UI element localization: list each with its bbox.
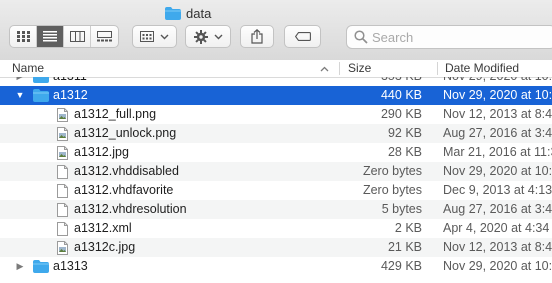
file-row[interactable]: a1312.vhdfavorite Zero bytes Dec 9, 2013 a… [0, 181, 552, 200]
row-name: a1313 [53, 259, 88, 273]
row-name: a1312.vhddisabled [74, 164, 179, 178]
row-size: 5 bytes [381, 202, 422, 216]
finder-window: data Search Name Size Date Modified ▼ a1… [0, 0, 552, 283]
row-size: 429 KB [380, 259, 422, 273]
action-button[interactable] [185, 25, 231, 48]
row-icon [33, 77, 49, 86]
row-date: Apr 4, 2020 at 4:34 [443, 221, 550, 235]
row-date: Nov 12, 2013 at 8:4 [443, 240, 552, 254]
icon-view-icon [16, 31, 30, 42]
folder-row[interactable]: ▼ a1312 440 KB Nov 29, 2020 at 10: [0, 86, 552, 105]
image-file-icon [57, 146, 68, 160]
file-row[interactable]: a1312.xml 2 KB Apr 4, 2020 at 4:34 [0, 219, 552, 238]
disclosure-collapsed-icon[interactable]: ▶ [15, 77, 25, 86]
sort-ascending-icon[interactable] [320, 66, 329, 72]
file-row[interactable]: a1312_unlock.png 92 KB Aug 27, 2016 at 3:4 [0, 124, 552, 143]
chevron-down-icon [214, 34, 222, 39]
row-name: a1312.jpg [74, 145, 129, 159]
gallery-view-button[interactable] [91, 26, 118, 47]
document-file-icon [57, 165, 68, 179]
folder-icon [33, 77, 49, 83]
document-file-icon [57, 203, 68, 217]
column-view-button[interactable] [64, 26, 91, 47]
image-file-icon [57, 241, 68, 255]
row-size: 290 KB [380, 107, 422, 121]
window-title-text: data [186, 5, 212, 21]
row-date: Aug 27, 2016 at 3:4 [443, 202, 552, 216]
file-row[interactable]: a1312.jpg 28 KB Mar 21, 2016 at 11:3 [0, 143, 552, 162]
folder-icon [165, 6, 181, 20]
row-size: 440 KB [380, 88, 422, 102]
row-name: a1312.xml [74, 221, 132, 235]
column-header-size[interactable]: Size [348, 61, 371, 76]
file-row[interactable]: a1312.vhddisabled Zero bytes Nov 29, 2020 … [0, 162, 552, 181]
icon-view-button[interactable] [10, 26, 37, 47]
row-size: Zero bytes [362, 183, 422, 197]
folder-row[interactable]: ▶ a1313 429 KB Nov 29, 2020 at 10: [0, 257, 552, 276]
row-name: a1312.vhdfavorite [74, 183, 174, 197]
toolbar: data Search [0, 0, 552, 61]
share-icon [251, 29, 263, 44]
gallery-view-icon [97, 31, 112, 42]
row-name: a1312.vhdresolution [74, 202, 187, 216]
list-view-icon [43, 31, 57, 42]
row-date: Nov 29, 2020 at 10: [443, 259, 552, 273]
tag-button[interactable] [284, 25, 321, 48]
row-name: a1312 [53, 88, 88, 102]
folder-icon [33, 260, 49, 273]
row-size: 28 KB [387, 145, 422, 159]
search-field[interactable]: Search [346, 25, 552, 49]
column-header-name[interactable]: Name [12, 61, 44, 76]
disclosure-expanded-icon[interactable]: ▼ [15, 86, 25, 105]
row-date: Mar 21, 2016 at 11:3 [443, 145, 552, 159]
row-date: Nov 29, 2020 at 10: [443, 77, 552, 86]
image-file-icon [57, 108, 68, 122]
view-mode-segmented[interactable] [9, 25, 119, 48]
row-size: 353 KB [381, 77, 422, 86]
tag-icon [294, 32, 311, 41]
row-date: Dec 9, 2013 at 4:13 [443, 183, 552, 197]
document-file-icon [57, 222, 68, 236]
image-file-icon [57, 127, 68, 141]
folder-row[interactable]: ▶ a1311 353 KB Nov 29, 2020 at 10: [0, 77, 552, 86]
folder-icon [33, 89, 49, 102]
group-by-button[interactable] [132, 25, 177, 48]
column-divider[interactable] [339, 62, 340, 75]
row-date: Nov 29, 2020 at 10: [443, 88, 552, 102]
search-placeholder: Search [372, 29, 414, 45]
column-divider[interactable] [437, 62, 438, 75]
row-name: a1312c.jpg [74, 240, 136, 254]
share-button[interactable] [240, 25, 274, 48]
row-name: a1311 [53, 77, 87, 86]
chevron-down-icon [160, 34, 169, 39]
group-by-icon [140, 31, 154, 42]
row-name: a1312_full.png [74, 107, 157, 121]
disclosure-collapsed-icon[interactable]: ▶ [15, 257, 25, 276]
file-row[interactable]: a1312_full.png 290 KB Nov 12, 2013 at 8:4 [0, 105, 552, 124]
column-header-date[interactable]: Date Modified [445, 61, 519, 76]
gear-icon [193, 29, 208, 44]
row-date: Nov 29, 2020 at 10: [443, 164, 552, 178]
row-name: a1312_unlock.png [74, 126, 177, 140]
window-title: data [165, 4, 211, 22]
file-list: ▶ a1311 353 KB Nov 29, 2020 at 10: ▼ a1312 440… [0, 77, 552, 276]
document-file-icon [57, 184, 68, 198]
column-view-icon [69, 31, 85, 42]
row-date: Nov 12, 2013 at 8:4 [443, 107, 552, 121]
column-header: Name Size Date Modified [0, 60, 552, 78]
row-date: Aug 27, 2016 at 3:4 [443, 126, 552, 140]
file-row[interactable]: a1312.vhdresolution 5 bytes Aug 27, 2016 a… [0, 200, 552, 219]
search-icon [354, 30, 368, 44]
row-icon [33, 260, 49, 279]
row-size: 21 KB [387, 240, 422, 254]
list-view-button[interactable] [37, 26, 64, 47]
row-size: Zero bytes [362, 164, 422, 178]
row-size: 92 KB [387, 126, 422, 140]
row-size: 2 KB [394, 221, 422, 235]
file-row[interactable]: a1312c.jpg 21 KB Nov 12, 2013 at 8:4 [0, 238, 552, 257]
